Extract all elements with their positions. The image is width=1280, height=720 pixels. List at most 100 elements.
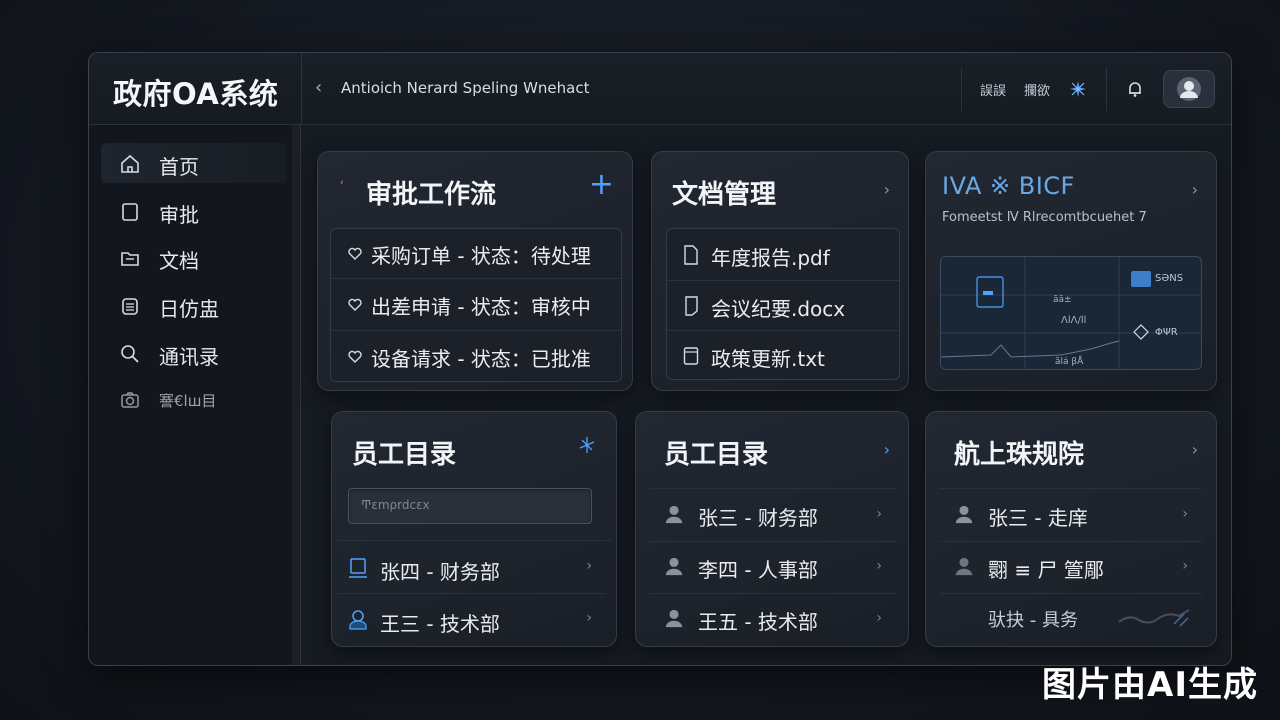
tablet-icon xyxy=(119,201,141,223)
bell-icon[interactable] xyxy=(1125,79,1145,99)
top-actions: 誤誤 攔欲 xyxy=(960,67,1215,111)
card-title: 文档管理 xyxy=(672,180,777,210)
top-divider xyxy=(960,67,962,111)
list-item[interactable]: 政策更新.txt xyxy=(667,331,899,381)
list-item[interactable]: 张三 - 财务部 › xyxy=(650,490,896,542)
title-divider xyxy=(301,53,302,125)
heart-icon xyxy=(345,347,365,367)
employee-name: 王五 - 技术部 xyxy=(698,610,818,634)
sidebar-item-label: 日仿盅 xyxy=(159,297,219,321)
workflow-card: ʹ 审批工作流 + 采购订单 - 状态：待处理 出差申请 - 状态：审核中 设备… xyxy=(317,151,633,391)
list-item[interactable]: 出差申请 - 状态：审核中 xyxy=(331,279,621,331)
scribble-icon xyxy=(1114,604,1194,638)
sidebar-item-contacts[interactable]: 通讯录 xyxy=(101,333,287,373)
user-icon xyxy=(664,504,684,524)
sidebar-item-label: 謇€lш目 xyxy=(159,392,217,410)
list-item[interactable]: 采购订单 - 状态：待处理 xyxy=(331,229,621,279)
search-placeholder: Ͳεmρrdcεx xyxy=(361,498,430,512)
chevron-right-icon[interactable]: › xyxy=(884,440,890,459)
documents-card: 文档管理 › 年度报告.pdf 会议纪要.docx 政策更新.txt xyxy=(651,151,909,391)
sidebar-item-documents[interactable]: 文档 xyxy=(101,237,287,277)
divider xyxy=(940,488,1202,489)
analytics-title: IVA ※ BICF xyxy=(942,172,1075,200)
add-workflow-button[interactable]: + xyxy=(589,170,614,200)
documents-list: 年度报告.pdf 会议纪要.docx 政策更新.txt xyxy=(666,228,900,380)
back-chevron-icon[interactable]: ‹ xyxy=(315,77,322,98)
divider xyxy=(338,540,612,541)
search-icon xyxy=(119,343,141,365)
list-item[interactable]: 设备请求 - 状态：已批准 xyxy=(331,331,621,383)
search-input[interactable]: Ͳεmρrdcεx xyxy=(348,488,592,524)
list-item[interactable]: 王五 - 技术部 › xyxy=(650,594,896,646)
sparkle-icon[interactable] xyxy=(1068,79,1088,99)
employee-directory-card-1: 员工目录 Ͳεmρrdcεx 张四 - 财务部 › 王三 - 技术部 › xyxy=(331,411,617,647)
divider xyxy=(650,488,896,489)
ai-generated-watermark: 图片由AI生成 xyxy=(1042,665,1258,705)
chart-label: ΛlΛ/ll xyxy=(1061,315,1087,326)
list-item[interactable]: 驮抉 - 具务 xyxy=(940,594,1202,646)
employee-name: 驮抉 - 具务 xyxy=(988,610,1078,631)
employee-name: 王三 - 技术部 xyxy=(380,612,500,636)
text-file-icon xyxy=(681,346,701,366)
sparkle-icon[interactable] xyxy=(578,436,596,458)
monitor-user-icon xyxy=(348,558,368,578)
employee-name: 李四 - 人事部 xyxy=(698,558,818,582)
file-icon xyxy=(681,245,701,265)
home-icon xyxy=(119,153,141,175)
chevron-right-icon: › xyxy=(876,558,882,574)
list-item[interactable]: 翾 ≡ 尸 箮郮 › xyxy=(940,542,1202,594)
sidebar-item-label: 文档 xyxy=(159,249,199,273)
user-icon xyxy=(348,610,368,630)
chevron-right-icon: › xyxy=(876,610,882,626)
workflow-row-text: 出差申请 - 状态：审核中 xyxy=(371,295,591,319)
employee-name: 张三 - 走庠 xyxy=(988,506,1088,530)
employee-name: 张三 - 财务部 xyxy=(698,506,818,530)
top-bar: 政府OA系统 ‹ Antioich Nerard Speling Wnehact… xyxy=(89,53,1231,125)
chevron-right-icon: › xyxy=(586,610,592,626)
sidebar-item-label: 审批 xyxy=(159,203,199,227)
list-item[interactable]: 王三 - 技术部 › xyxy=(338,596,606,646)
chevron-right-icon[interactable]: › xyxy=(1192,440,1198,459)
sidebar-item-approval[interactable]: 审批 xyxy=(101,191,287,231)
list-item[interactable]: 张三 - 走庠 › xyxy=(940,490,1202,542)
employee-name: 翾 ≡ 尸 箮郮 xyxy=(988,558,1104,582)
list-item[interactable]: 会议纪要.docx xyxy=(667,281,899,331)
top-menu-item-1[interactable]: 誤誤 xyxy=(980,80,1006,99)
workflow-marker-icon: ʹ xyxy=(340,180,344,196)
heart-icon xyxy=(345,295,365,315)
chevron-right-icon[interactable]: › xyxy=(1192,180,1198,199)
avatar[interactable] xyxy=(1163,70,1215,108)
app-window: 政府OA系统 ‹ Antioich Nerard Speling Wnehact… xyxy=(88,52,1232,666)
top-divider-2 xyxy=(1106,67,1107,111)
user-icon xyxy=(664,608,684,628)
analytics-subtitle: Fomeetst Ⅳ Rlrecomtbcuehet 7 xyxy=(942,210,1147,225)
list-item[interactable]: 张四 - 财务部 › xyxy=(338,544,606,594)
user-icon xyxy=(664,556,684,576)
sidebar-item-settings[interactable]: 謇€lш目 xyxy=(101,379,287,419)
calendar-icon xyxy=(119,295,141,317)
sidebar-item-label: 首页 xyxy=(159,155,199,179)
list-item[interactable]: 李四 - 人事部 › xyxy=(650,542,896,594)
sidebar-item-label: 通讯录 xyxy=(159,345,219,369)
sidebar-item-calendar[interactable]: 日仿盅 xyxy=(101,285,287,325)
sidebar: 首页 审批 文档 日仿盅 通讯录 謇€lш目 xyxy=(89,125,301,665)
app-title: 政府OA系统 xyxy=(113,77,279,111)
user-icon xyxy=(954,504,974,524)
chart-label: ãlá βÅ xyxy=(1055,357,1084,367)
top-menu-item-2[interactable]: 攔欲 xyxy=(1024,80,1050,99)
analytics-panel[interactable]: ãã± ΛlΛ/ll ãlá βÅ SƏNS ΦΨR xyxy=(940,256,1202,370)
sidebar-item-home[interactable]: 首页 xyxy=(101,143,287,183)
employee-name: 张四 - 财务部 xyxy=(380,560,500,584)
chevron-right-icon[interactable]: › xyxy=(884,180,890,199)
card-title: 航上珠规院 xyxy=(954,440,1085,470)
card-title: 员工目录 xyxy=(352,440,457,470)
camera-icon xyxy=(119,389,141,411)
chevron-right-icon: › xyxy=(876,506,882,522)
chevron-right-icon: › xyxy=(586,558,592,574)
breadcrumb: Antioich Nerard Speling Wnehact xyxy=(341,79,590,97)
card-title: 员工目录 xyxy=(664,440,769,470)
heart-icon xyxy=(345,244,365,264)
card-title: 审批工作流 xyxy=(366,180,497,210)
list-item[interactable]: 年度报告.pdf xyxy=(667,229,899,281)
workflow-list: 采购订单 - 状态：待处理 出差申请 - 状态：审核中 设备请求 - 状态：已批… xyxy=(330,228,622,382)
